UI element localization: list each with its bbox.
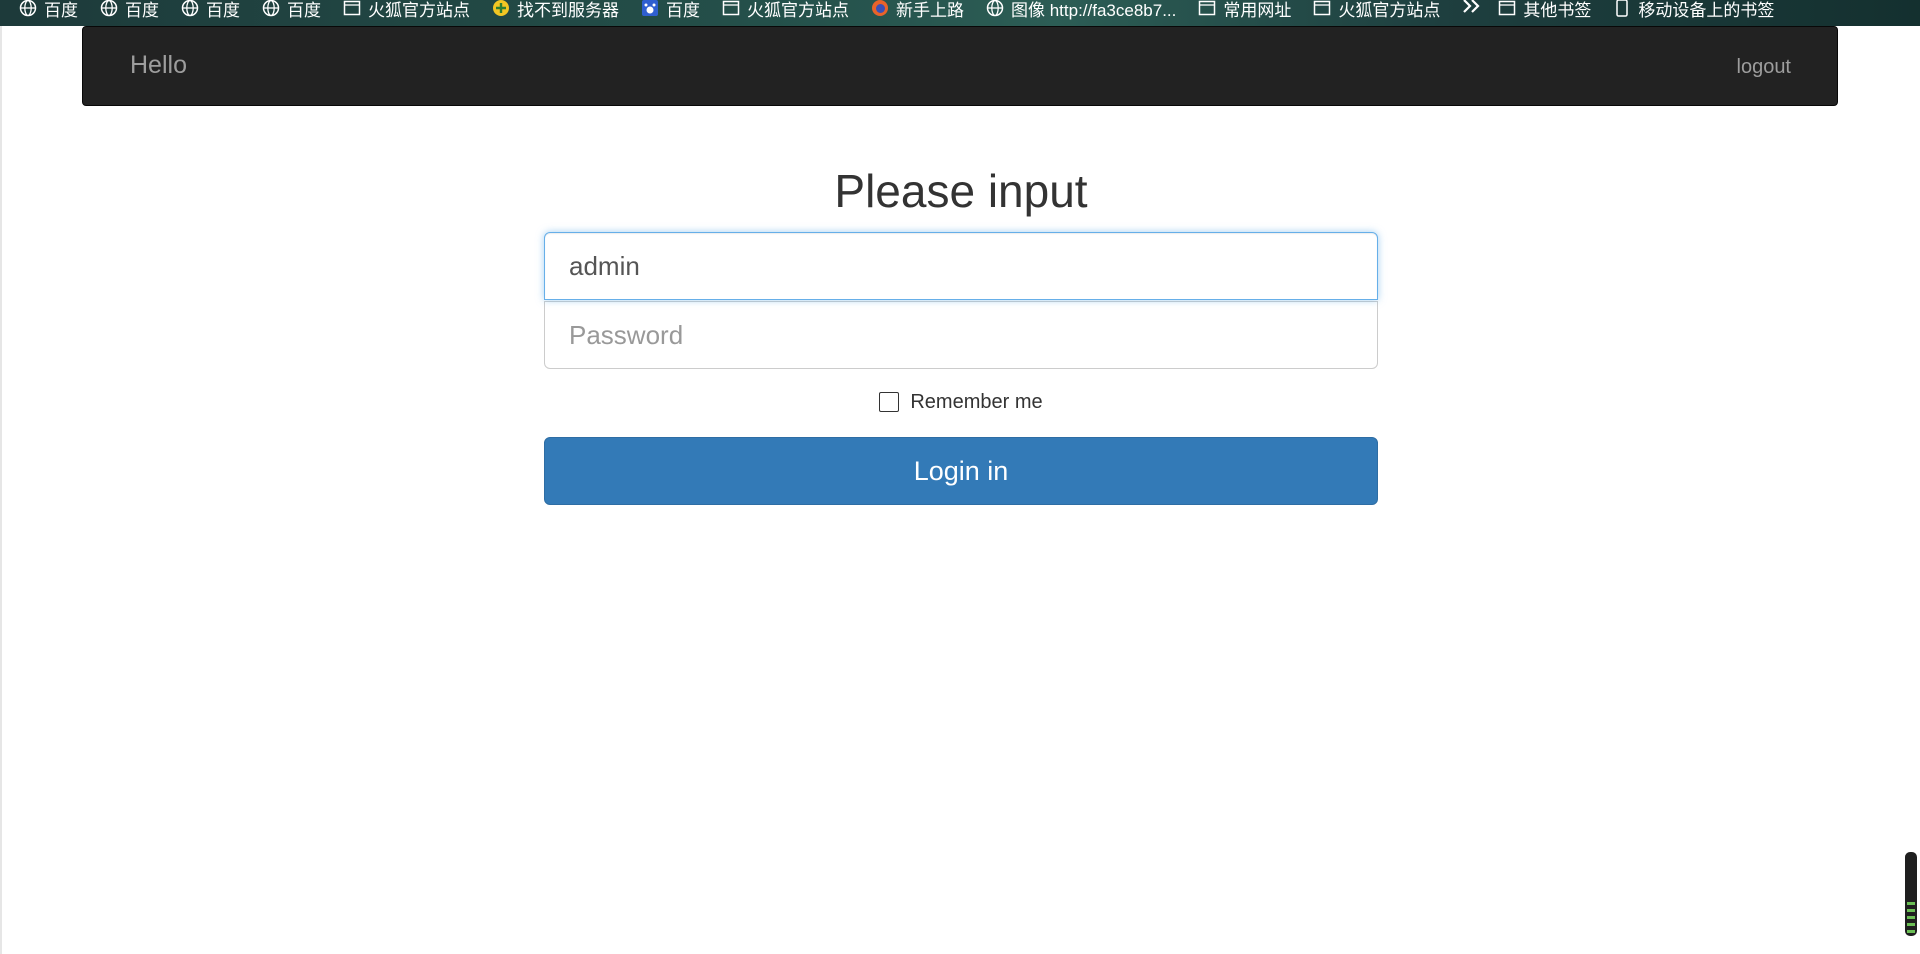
bookmark-label: 新手上路 [896,0,964,20]
window-edge [0,26,2,954]
bookmark-label: 百度 [206,0,240,20]
scrollbar-grip-line [1907,902,1915,905]
username-input[interactable] [544,232,1378,300]
remember-me-checkbox[interactable] [879,392,900,412]
scrollbar-grip-line [1907,916,1915,919]
logout-link[interactable]: logout [1737,56,1792,79]
form-heading: Please input [834,165,1088,217]
bookmark-item[interactable]: 百度 [180,0,240,21]
bookmark-item[interactable]: 火狐官方站点 [1312,0,1440,21]
bookmark-item[interactable]: 火狐官方站点 [342,0,470,21]
remember-me-label[interactable]: Remember me [910,391,1042,414]
folder-page-icon [342,0,362,18]
bookmark-label: 其他书签 [1523,0,1592,20]
scrollbar-thumb[interactable] [1905,852,1917,936]
globe-icon [180,0,200,18]
plus-circle-icon [491,0,511,18]
folder-page-icon [721,0,741,18]
mobile-icon [1612,0,1632,18]
bookmark-item[interactable]: 新手上路 [870,0,964,21]
bookmark-label: 火狐官方站点 [1338,0,1441,20]
bookmark-item[interactable]: 移动设备上的书签 [1612,0,1774,21]
bookmark-item[interactable]: 火狐官方站点 [721,0,849,21]
bookmark-item[interactable]: 其他书签 [1497,0,1591,21]
bookmark-item[interactable]: 图像 http://fa3ce8b7... [985,0,1176,21]
login-form: Please input Remember me Login in [544,160,1378,505]
bookmark-label: 百度 [44,0,78,20]
bookmark-label: 火狐官方站点 [368,0,470,20]
bookmark-label: 火狐官方站点 [747,0,849,20]
scrollbar-grip-line [1907,930,1915,933]
bookmark-label: 百度 [287,0,321,20]
firefox-icon [870,0,890,18]
bookmark-label: 百度 [666,0,700,20]
bookmark-item[interactable]: 找不到服务器 [491,0,619,21]
globe-icon [99,0,119,18]
folder-page-icon [1312,0,1332,18]
navbar: Hello logout [82,26,1838,106]
bookmark-item[interactable]: 百度 [18,0,78,21]
globe-icon [18,0,38,18]
scrollbar-grip-line [1907,909,1915,912]
bookmark-label: 找不到服务器 [517,0,619,20]
bookmark-label: 移动设备上的书签 [1638,0,1775,20]
bookmark-item[interactable]: 百度 [640,0,700,21]
login-button[interactable]: Login in [544,437,1378,505]
folder-page-icon [1497,0,1517,18]
globe-icon [985,0,1005,18]
double-chevron-right-icon[interactable] [1461,0,1483,21]
folder-page-icon [1197,0,1217,18]
bookmark-item[interactable]: 百度 [261,0,321,21]
bookmarks-bar: 百度 百度 百度 百度 火狐官方站点 找不到服务器 百度 火狐官方站点 新手上路 图像 http:… [0,0,1920,26]
navbar-brand[interactable]: Hello [130,51,187,80]
bookmark-label: 图像 http://fa3ce8b7... [1011,0,1177,20]
bookmark-label: 常用网址 [1223,0,1292,20]
remember-me-row: Remember me [544,389,1378,415]
globe-icon [261,0,281,18]
scrollbar-grip-line [1907,923,1915,926]
bookmark-item[interactable]: 百度 [99,0,159,21]
baidu-paw-icon [640,0,660,18]
password-input[interactable] [544,301,1378,369]
bookmark-item[interactable]: 常用网址 [1197,0,1291,21]
bookmark-label: 百度 [125,0,159,20]
